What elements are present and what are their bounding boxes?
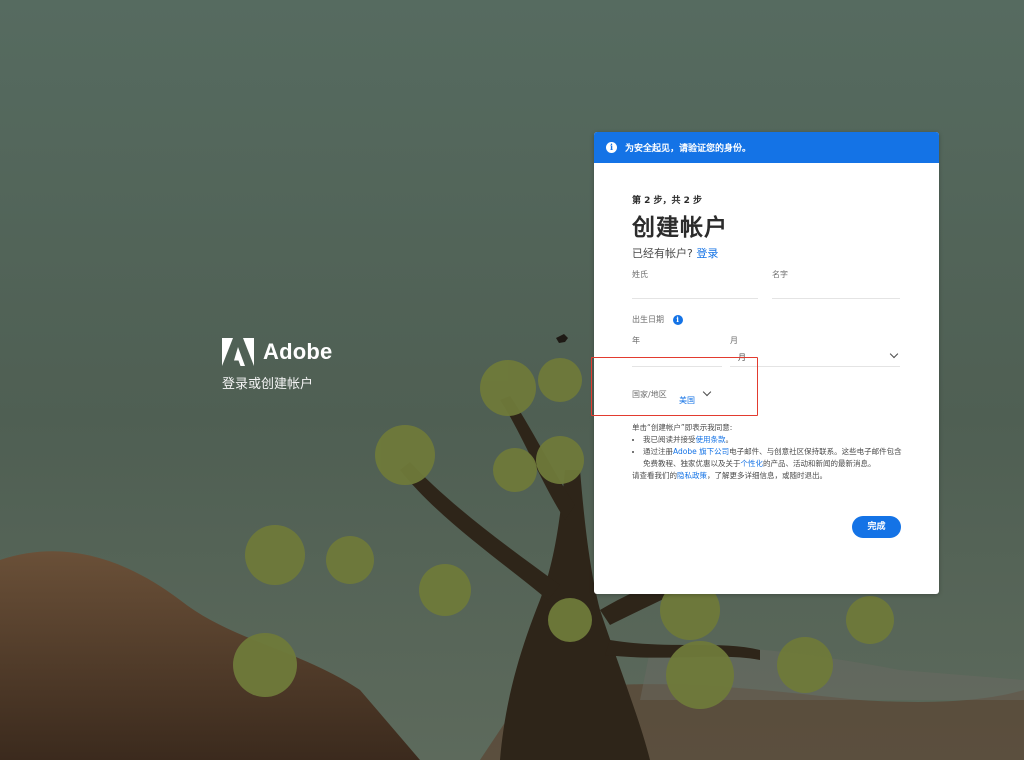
legal-text: 单击“创建帐户”即表示我同意: 我已阅读并接受使用条款。 通过注册Adobe 旗… xyxy=(632,422,904,482)
legal-intro: 单击“创建帐户”即表示我同意: xyxy=(632,423,733,432)
year-label: 年 xyxy=(632,336,640,345)
personalization-link[interactable]: 个性化 xyxy=(741,459,764,468)
legal-item-text: 。 xyxy=(725,435,734,444)
brand-name: Adobe xyxy=(263,339,333,364)
adobe-family-link[interactable]: Adobe 旗下公司 xyxy=(673,447,729,456)
legal-outro: 请查看我们的隐私政策，了解更多详细信息，或随时退出。 xyxy=(632,470,904,482)
dob-label: 出生日期 xyxy=(632,315,664,324)
month-label: 月 xyxy=(730,336,738,345)
legal-item-text: 我已阅读并接受 xyxy=(643,435,696,444)
finish-button[interactable]: 完成 xyxy=(852,516,901,538)
legal-item-terms: 我已阅读并接受使用条款。 xyxy=(643,434,904,446)
brand-block: Adobe 登录或创建帐户 xyxy=(222,338,332,392)
dob-label-row: 出生日期 i xyxy=(632,314,683,325)
last-name-input[interactable] xyxy=(632,282,758,299)
privacy-policy-link[interactable]: 隐私政策 xyxy=(677,471,707,480)
brand-tagline: 登录或创建帐户 xyxy=(222,377,314,392)
security-banner: i 为安全起见，请验证您的身份。 xyxy=(594,132,939,163)
legal-list: 我已阅读并接受使用条款。 通过注册Adobe 旗下公司电子邮件、与创意社区保持联… xyxy=(632,434,904,470)
legal-item-text: 请查看我们的 xyxy=(632,471,677,480)
have-account-text: 已经有帐户? xyxy=(632,247,693,260)
chevron-down-icon xyxy=(889,349,899,359)
legal-item-text: 的产品、活动和新闻的最新消息。 xyxy=(763,459,876,468)
terms-of-use-link[interactable]: 使用条款 xyxy=(696,435,726,444)
adobe-logo xyxy=(222,338,254,366)
legal-item-email: 通过注册Adobe 旗下公司电子邮件、与创意社区保持联系。这些电子邮件包含免费教… xyxy=(643,446,904,470)
legal-item-text: ，了解更多详细信息，或随时退出。 xyxy=(707,471,827,480)
dob-info-icon[interactable]: i xyxy=(672,314,683,325)
legal-item-text: 通过注册 xyxy=(643,447,673,456)
have-account-row: 已经有帐户? 登录 xyxy=(632,245,900,261)
highlight-box xyxy=(591,357,758,416)
first-name-input[interactable] xyxy=(772,282,900,299)
info-icon: i xyxy=(606,142,617,153)
first-name-label: 名字 xyxy=(772,270,788,279)
sign-in-link[interactable]: 登录 xyxy=(696,247,718,260)
last-name-label: 姓氏 xyxy=(632,270,648,279)
form-header: 第 2 步，共 2 步 创建帐户 已经有帐户? 登录 xyxy=(632,193,900,261)
step-indicator: 第 2 步，共 2 步 xyxy=(632,196,703,206)
banner-message: 为安全起见，请验证您的身份。 xyxy=(625,144,752,154)
page-title: 创建帐户 xyxy=(632,215,728,241)
